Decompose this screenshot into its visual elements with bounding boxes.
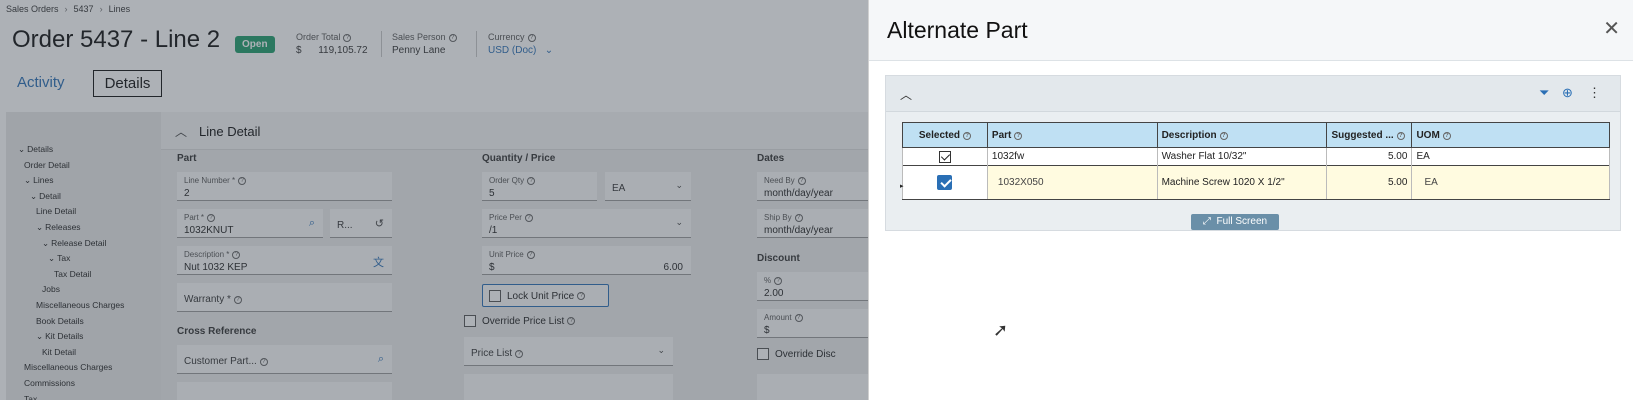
help-icon: ? — [1396, 131, 1405, 140]
close-icon[interactable]: ✕ — [1603, 16, 1620, 41]
selected-checkbox[interactable] — [938, 150, 951, 163]
plus-circle-icon[interactable]: ⊕ — [1562, 85, 1573, 101]
background-page: Sales Orders › 5437 › Lines Order 5437 - L… — [0, 0, 868, 400]
table-row-selected[interactable]: 1032X050 Machine Screw 1020 X 1/2" 5.00 … — [902, 165, 1610, 200]
alternate-part-grid: ︿ ⏷ ⊕ ⋮ Selected? Part? Description? Sug… — [885, 75, 1621, 231]
suggested-cell[interactable]: 5.00 — [1326, 147, 1413, 166]
uom-cell[interactable]: EA — [1411, 165, 1610, 200]
column-header-suggested[interactable]: Suggested ...? — [1326, 122, 1413, 148]
help-icon: ? — [963, 131, 972, 140]
description-cell[interactable]: Washer Flat 10/32" — [1156, 147, 1328, 166]
panel-header: Alternate Part ✕ — [869, 0, 1633, 61]
mouse-cursor-icon: ➚ — [993, 320, 1009, 340]
part-cell[interactable]: 1032X050 — [986, 165, 1158, 200]
column-label: Description — [1161, 129, 1217, 141]
column-label: Selected — [918, 129, 961, 141]
selected-checkbox[interactable] — [937, 175, 953, 190]
column-label: Part — [991, 129, 1012, 141]
row-indicator-icon: ▸ — [900, 183, 904, 190]
suggested-cell[interactable]: 5.00 — [1326, 165, 1413, 200]
column-header-description[interactable]: Description? — [1156, 122, 1328, 148]
selected-cell[interactable] — [902, 165, 988, 200]
column-header-selected[interactable]: Selected? — [902, 122, 988, 148]
selected-cell[interactable] — [902, 147, 988, 166]
column-label: UOM — [1416, 129, 1440, 141]
grid-toolbar: ︿ ⏷ ⊕ ⋮ — [886, 76, 1620, 112]
alternate-part-table: Selected? Part? Description? Suggested .… — [902, 122, 1610, 200]
panel-title: Alternate Part — [887, 17, 1028, 43]
expand-arrows-icon: ⤢ — [1202, 216, 1211, 227]
description-cell[interactable]: Machine Screw 1020 X 1/2" — [1156, 165, 1328, 200]
table-header-row: Selected? Part? Description? Suggested .… — [902, 122, 1610, 148]
help-icon: ? — [1219, 131, 1228, 140]
kebab-menu-icon[interactable]: ⋮ — [1588, 85, 1601, 101]
alternate-part-panel: Alternate Part ✕ ︿ ⏷ ⊕ ⋮ Selected? Part?… — [868, 0, 1633, 400]
chevron-up-icon[interactable]: ︿ — [900, 86, 912, 103]
table-row[interactable]: 1032fw Washer Flat 10/32" 5.00 EA — [902, 147, 1610, 166]
modal-overlay[interactable] — [0, 0, 868, 400]
part-cell[interactable]: 1032fw — [986, 147, 1158, 166]
help-icon: ? — [1014, 131, 1023, 140]
column-label: Suggested ... — [1331, 129, 1394, 141]
filter-icon[interactable]: ⏷ — [1539, 85, 1549, 101]
full-screen-button[interactable]: ⤢ Full Screen — [1191, 214, 1279, 230]
column-header-part[interactable]: Part? — [986, 122, 1158, 148]
uom-cell[interactable]: EA — [1411, 147, 1610, 166]
help-icon: ? — [1442, 131, 1451, 140]
full-screen-label: Full Screen — [1216, 216, 1268, 227]
column-header-uom[interactable]: UOM? — [1411, 122, 1610, 148]
